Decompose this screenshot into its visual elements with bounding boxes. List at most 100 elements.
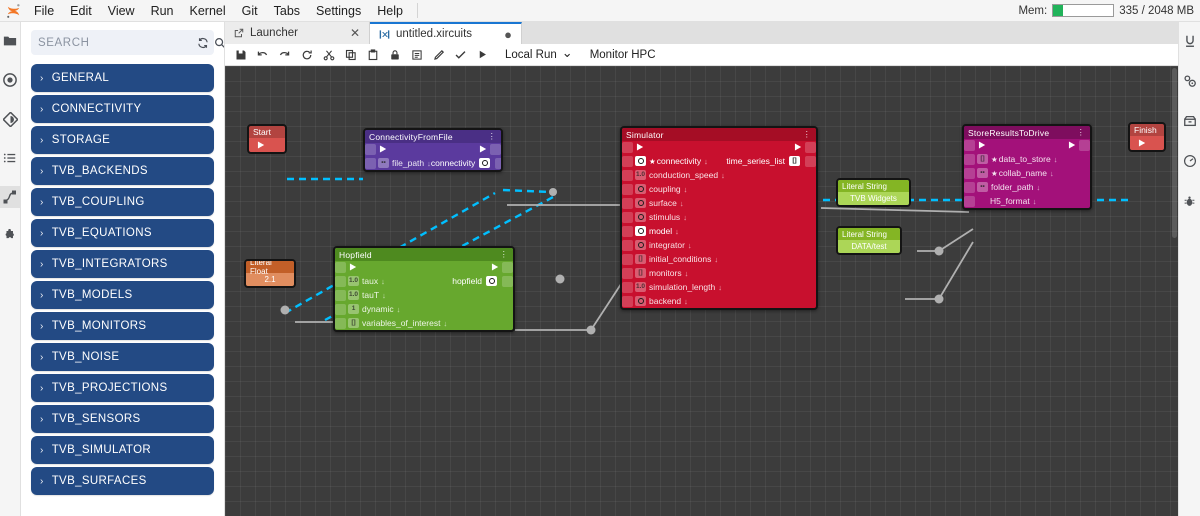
start-node[interactable]: Start [247,124,287,154]
close-icon[interactable]: ✕ [336,26,360,40]
sidebar-category-tvb_models[interactable]: ›TVB_MODELS [31,281,214,309]
port-expand-icon[interactable]: ↓ [443,319,447,328]
connectivity-from-file-node[interactable]: ConnectivityFromFile⋮••file_path↓connect… [363,128,503,172]
pencil-button[interactable] [429,45,448,64]
flow-in-port[interactable] [365,144,376,155]
undo-button[interactable] [253,45,272,64]
settings-gears-icon[interactable] [1179,70,1200,92]
input-port[interactable] [622,282,633,293]
reload-button[interactable] [297,45,316,64]
port-expand-icon[interactable]: ↓ [704,157,708,166]
flow-out-port[interactable] [1079,140,1090,151]
flow-out-port[interactable] [805,142,816,153]
hopfield-node[interactable]: Hopfield⋮1.0taux↓hopfield1.0tauT↓1dynami… [333,246,515,332]
search-icon[interactable] [214,37,225,49]
literal-string-tvb-widgets-node[interactable]: Literal StringTVB Widgets [836,178,911,207]
menu-help[interactable]: Help [369,0,411,22]
input-port[interactable] [622,212,633,223]
input-port[interactable] [622,254,633,265]
output-port[interactable] [502,276,513,287]
input-port[interactable] [622,198,633,209]
port-expand-icon[interactable]: ↓ [714,255,718,264]
run-button[interactable] [473,45,492,64]
flow-in-port[interactable] [335,262,346,273]
table-of-contents-icon[interactable] [0,147,21,169]
port-expand-icon[interactable]: ↓ [685,269,689,278]
port-expand-icon[interactable]: ↓ [684,185,688,194]
port-expand-icon[interactable]: ↓ [1033,197,1037,206]
port-expand-icon[interactable]: ↓ [382,291,386,300]
port-expand-icon[interactable]: ↓ [675,227,679,236]
node-flow-port[interactable] [249,138,285,152]
menu-tabs[interactable]: Tabs [266,0,308,22]
input-port[interactable] [622,156,633,167]
copy-button[interactable] [341,45,360,64]
unsaved-changes-icon[interactable]: ● [490,28,512,41]
run-type-select[interactable]: Local Run ⌄ [505,49,573,61]
output-port[interactable] [495,158,503,169]
menu-file[interactable]: File [26,0,62,22]
input-port[interactable] [964,182,975,193]
paste-button[interactable] [363,45,382,64]
input-port[interactable] [335,304,346,315]
debugger-bug-icon[interactable] [1179,190,1200,212]
input-port[interactable] [622,268,633,279]
port-expand-icon[interactable]: ↓ [1037,183,1041,192]
sidebar-category-tvb_backends[interactable]: ›TVB_BACKENDS [31,157,214,185]
menu-kernel[interactable]: Kernel [182,0,234,22]
node-info-icon[interactable]: ⋮ [500,250,509,259]
finish-node[interactable]: Finish [1128,122,1166,152]
node-flow-port[interactable] [1130,136,1164,150]
literal-float-node[interactable]: Literal Float2.1 [244,259,296,288]
menu-view[interactable]: View [100,0,143,22]
flow-in-port[interactable] [964,140,975,151]
input-port[interactable] [622,184,633,195]
monitor-hpc-button[interactable]: Monitor HPC [590,49,656,61]
node-value[interactable]: TVB Widgets [838,192,909,205]
input-port[interactable] [365,158,376,169]
input-port[interactable] [964,196,975,207]
port-expand-icon[interactable]: ↓ [688,241,692,250]
literal-string-data-test-node[interactable]: Literal StringDATA/test [836,226,902,255]
node-flow-row[interactable] [964,139,1090,152]
tab-untitled-xircuits[interactable]: untitled.xircuits ● [370,22,522,44]
port-expand-icon[interactable]: ↓ [684,297,688,306]
input-port[interactable] [964,168,975,179]
port-expand-icon[interactable]: ↓ [381,277,385,286]
search-input[interactable] [38,37,192,49]
archive-icon[interactable] [1179,110,1200,132]
port-expand-icon[interactable]: ↓ [683,213,687,222]
node-info-icon[interactable]: ⋮ [488,132,497,141]
sidebar-category-tvb_integrators[interactable]: ›TVB_INTEGRATORS [31,250,214,278]
lock-button[interactable] [385,45,404,64]
tab-launcher[interactable]: Launcher ✕ [225,22,370,44]
simulator-node[interactable]: Simulator⋮★connectivity↓time_series_list… [620,126,818,310]
node-flow-row[interactable] [335,261,513,274]
xircuits-component-library-icon[interactable] [0,186,21,208]
running-sessions-icon[interactable] [0,69,21,91]
node-flow-row[interactable] [365,143,501,156]
store-results-to-drive-node[interactable]: StoreResultsToDrive⋮[]★data_to_store↓••★… [962,124,1092,210]
menu-run[interactable]: Run [143,0,182,22]
port-expand-icon[interactable]: ↓ [1050,169,1054,178]
redo-button[interactable] [275,45,294,64]
input-port[interactable] [964,154,975,165]
extension-manager-icon[interactable] [0,225,21,247]
input-port[interactable] [335,276,346,287]
sidebar-category-tvb_noise[interactable]: ›TVB_NOISE [31,343,214,371]
property-inspector-icon[interactable] [1179,30,1200,52]
port-expand-icon[interactable]: ↓ [427,159,431,168]
sidebar-category-storage[interactable]: ›STORAGE [31,126,214,154]
sidebar-category-tvb_equations[interactable]: ›TVB_EQUATIONS [31,219,214,247]
sidebar-category-connectivity[interactable]: ›CONNECTIVITY [31,95,214,123]
port-expand-icon[interactable]: ↓ [721,171,725,180]
port-expand-icon[interactable]: ↓ [680,199,684,208]
menu-edit[interactable]: Edit [62,0,100,22]
flow-out-port[interactable] [502,262,513,273]
refresh-icon[interactable] [197,37,209,49]
node-info-icon[interactable]: ⋮ [1077,128,1086,137]
compile-check-button[interactable] [451,45,470,64]
canvas-scrollbar[interactable] [1172,68,1177,238]
port-expand-icon[interactable]: ↓ [1054,155,1058,164]
input-port[interactable] [335,290,346,301]
